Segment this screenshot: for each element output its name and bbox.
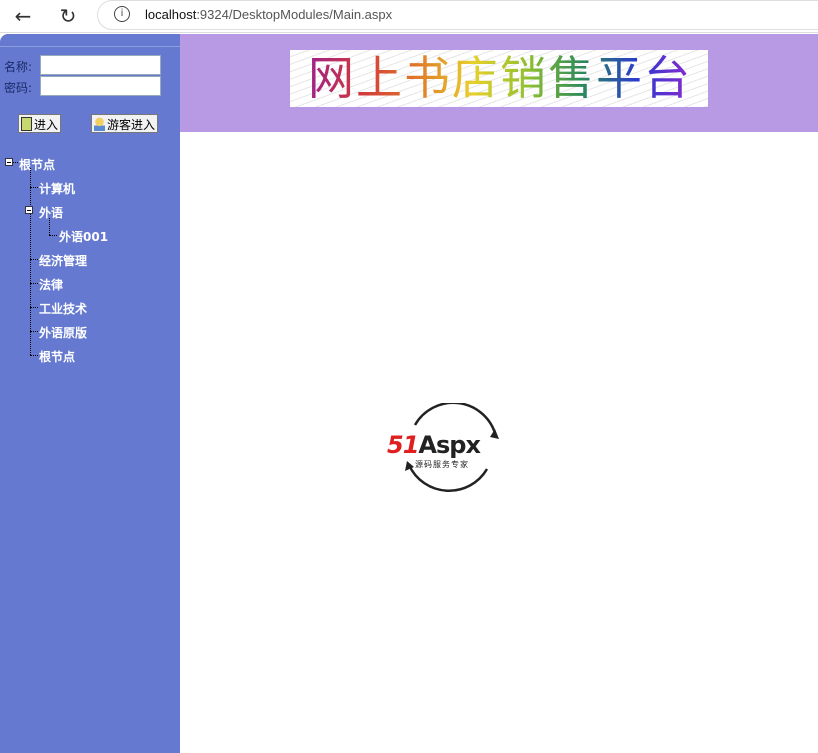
collapse-icon[interactable] [5, 158, 13, 166]
divider [0, 46, 180, 47]
login-button-label: 进入 [34, 118, 59, 132]
51aspx-logo: 51Aspx​ 源码服务专家 [387, 401, 512, 493]
reload-icon[interactable]: ↻ [55, 4, 81, 28]
tree-item-computer[interactable]: 计算机 [39, 180, 75, 197]
url-host: localhost [145, 7, 197, 22]
login-button[interactable]: 进入 [18, 114, 62, 133]
tree-item-law[interactable]: 法律 [39, 276, 63, 293]
tree-item-industrial-tech[interactable]: 工业技术 [39, 300, 87, 317]
name-label: 名称: [4, 60, 33, 74]
guest-login-button[interactable]: 游客进入 [91, 114, 159, 133]
browser-toolbar: ← ↻ i localhost:9324/DesktopModules/Main… [0, 0, 818, 33]
banner-title: 网上书店销售平台 [308, 51, 692, 105]
logo-tagline: 源码服务专家 [415, 460, 469, 469]
banner-logo: 网上书店销售平台 [290, 50, 708, 107]
info-icon[interactable]: i [114, 6, 130, 22]
tree-item-foreign-language[interactable]: 外语 [39, 204, 63, 221]
collapse-icon[interactable] [25, 206, 33, 214]
logo-number: 51 [387, 431, 419, 459]
user-icon [94, 117, 105, 131]
door-icon [21, 117, 32, 131]
url-path: :9324/DesktopModules/Main.aspx [196, 7, 393, 22]
sidebar: 名称: 密码: 进入 游客进入 根节点 计算机 外语 外语001 经济管理 法律… [0, 34, 180, 753]
guest-button-label: 游客进入 [107, 118, 156, 132]
password-input[interactable] [40, 76, 161, 96]
name-input[interactable] [40, 55, 161, 75]
tree-item-economics[interactable]: 经济管理 [39, 252, 87, 269]
tree-item-foreign-language-001[interactable]: 外语001 [59, 228, 108, 245]
logo-text: Aspx [418, 431, 481, 459]
address-bar[interactable]: i localhost:9324/DesktopModules/Main.asp… [97, 0, 818, 30]
tree-root[interactable]: 根节点 [19, 156, 55, 173]
password-label: 密码: [4, 81, 33, 95]
header: 网上书店销售平台 [180, 34, 818, 132]
back-icon[interactable]: ← [10, 4, 36, 28]
tree-item-root-node[interactable]: 根节点 [39, 348, 75, 365]
tree-item-foreign-original[interactable]: 外语原版 [39, 324, 87, 341]
